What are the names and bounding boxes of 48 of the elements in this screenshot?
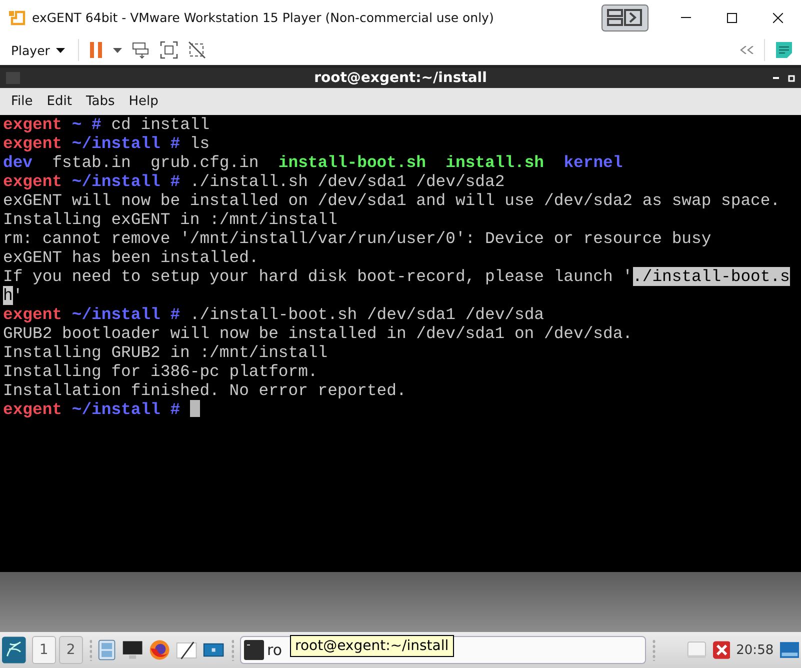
terminal-screen[interactable] (0, 115, 801, 572)
terminal-line: rm: cannot remove '/mnt/install/var/run/user/0': Device or resource busy (3, 229, 712, 248)
terminal-line: exgent ~ # cd install (3, 115, 210, 134)
terminal-line: exgent ~/install # ./install.sh /dev/sda1 /dev/sda2 (3, 172, 505, 191)
caret-icon[interactable] (112, 48, 122, 52)
menu-item[interactable]: File (4, 94, 40, 109)
terminal-line: Installing for i386-pc platform. (3, 362, 318, 381)
terminal-line: Installing GRUB2 in :/mnt/install (3, 343, 328, 362)
terminal-title: root@exgent:~/install (314, 70, 487, 86)
send-keys-icon[interactable] (132, 41, 150, 59)
terminal-line: Installing exGENT in :/mnt/install (3, 210, 338, 229)
monitor-icon[interactable] (122, 639, 144, 661)
fullscreen-icon[interactable] (160, 41, 178, 59)
terminal-line: GRUB2 bootloader will now be installed in /dev/sda1 on /dev/sda. (3, 324, 633, 343)
terminal-line: If you need to setup your hard disk boot-record, please launch './install-boot.s (3, 267, 790, 286)
menu-item[interactable]: Tabs (78, 94, 122, 109)
workspace-button[interactable]: 1 (32, 636, 56, 664)
terminal-line: Installation finished. No error reported. (3, 381, 406, 400)
collapse-icon[interactable] (740, 46, 754, 54)
caret-icon (56, 48, 65, 52)
browser-icon[interactable] (149, 638, 170, 662)
terminal-line: exgent ~/install # ls (3, 134, 210, 153)
menu-item[interactable]: Edit (40, 94, 79, 109)
notes-icon[interactable] (775, 41, 793, 59)
terminal-line: exGENT will now be installed on /dev/sda1 and will use /dev/sda2 as swap space. (3, 191, 780, 210)
clock[interactable]: 20:58 (736, 642, 774, 658)
window-title: exGENT 64bit - VMware Workstation 15 Player (Non-commercial use only) (32, 10, 494, 25)
terminal-line: exGENT has been installed. (3, 248, 259, 267)
tooltip: root@exgent:~/install (290, 635, 454, 657)
terminal-line: exgent ~/install # ./install-boot.sh /dev/sda1 /dev/sda (3, 305, 544, 324)
workspace-button[interactable]: 2 (58, 636, 83, 664)
text-editor-icon[interactable] (176, 639, 198, 661)
desktop-icon[interactable] (780, 641, 799, 659)
unity-mode-icon[interactable] (601, 4, 649, 32)
terminal-icon (6, 72, 20, 84)
menu-item[interactable]: Help (122, 94, 166, 109)
terminal-line: dev fstab.in grub.cfg.in install-boot.sh install.sh kernel (3, 153, 623, 172)
unity-off-icon[interactable] (188, 41, 206, 59)
terminal-icon (244, 640, 264, 660)
file-cabinet-icon[interactable] (98, 638, 116, 662)
start-menu-icon[interactable] (2, 635, 26, 665)
close-icon[interactable] (773, 12, 783, 22)
player-menu-button[interactable]: Player (8, 40, 68, 60)
terminal-line: exgent ~/install # (3, 400, 200, 419)
screenshot-icon[interactable] (203, 641, 224, 659)
maximize-icon[interactable] (727, 12, 737, 22)
app-logo-icon (8, 10, 26, 26)
pause-icon[interactable] (88, 41, 103, 59)
